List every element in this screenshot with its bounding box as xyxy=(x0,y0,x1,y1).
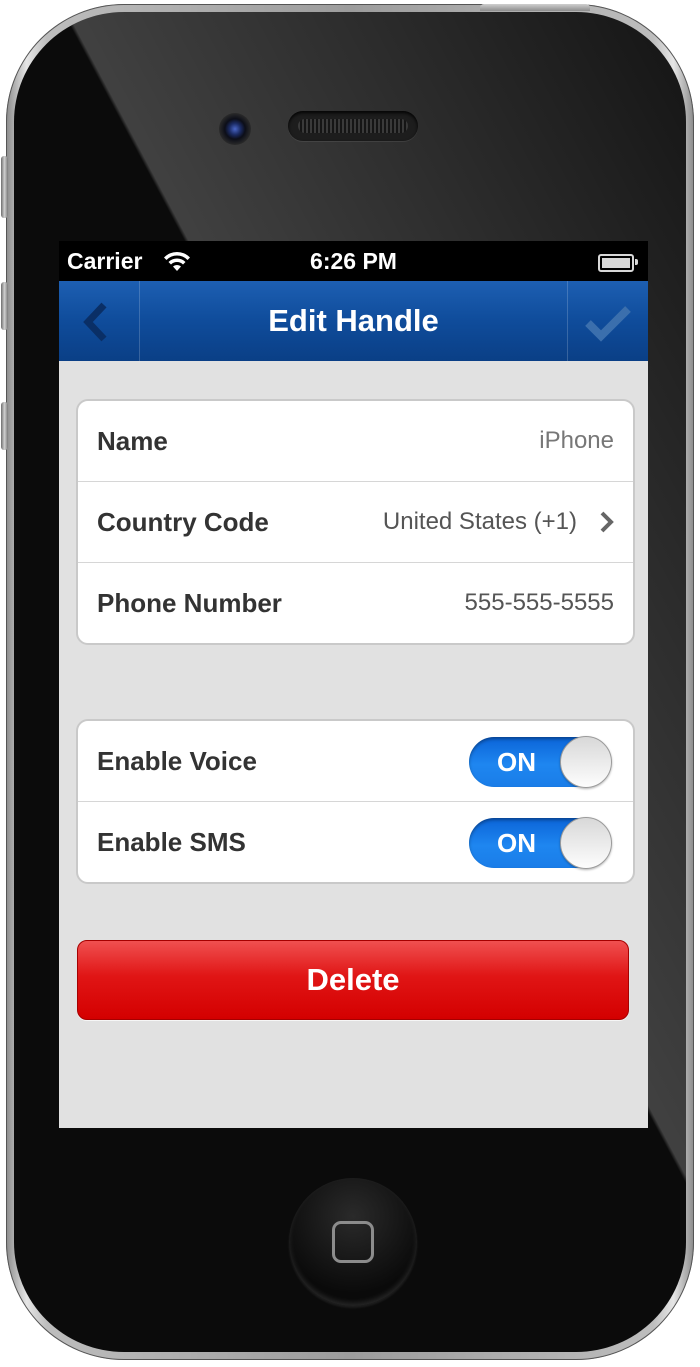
enable-sms-toggle[interactable]: ON xyxy=(469,817,612,869)
country-code-label: Country Code xyxy=(97,507,269,537)
enable-sms-label: Enable SMS xyxy=(97,827,246,857)
battery-icon xyxy=(598,254,638,272)
home-button[interactable] xyxy=(289,1178,417,1306)
chevron-left-icon xyxy=(83,302,107,342)
name-label: Name xyxy=(97,426,168,456)
phone-number-row[interactable]: Phone Number 555-555-5555 xyxy=(78,563,633,643)
handle-details-group: Name iPhone Country Code United States (… xyxy=(76,399,635,645)
toggle-knob xyxy=(560,817,612,869)
volume-down-button xyxy=(1,402,8,450)
done-button[interactable] xyxy=(567,281,648,361)
country-code-row[interactable]: Country Code United States (+1) xyxy=(78,482,633,563)
earpiece-speaker xyxy=(288,111,418,141)
mute-switch xyxy=(1,156,8,218)
enable-voice-label: Enable Voice xyxy=(97,746,257,776)
toggle-state-label: ON xyxy=(497,828,536,858)
front-camera xyxy=(219,113,251,145)
checkmark-icon xyxy=(585,306,631,342)
toggle-state-label: ON xyxy=(497,747,536,777)
enable-voice-toggle[interactable]: ON xyxy=(469,736,612,788)
sleep-button xyxy=(480,4,590,11)
name-row[interactable]: Name iPhone xyxy=(78,401,633,482)
phone-number-value: 555-555-5555 xyxy=(464,589,614,616)
phone-number-label: Phone Number xyxy=(97,588,282,618)
toggle-knob xyxy=(560,736,612,788)
chevron-right-icon xyxy=(600,511,614,533)
page-title: Edit Handle xyxy=(268,303,439,338)
home-button-icon xyxy=(332,1221,374,1263)
navigation-bar: Edit Handle xyxy=(59,281,648,361)
content-area: Name iPhone Country Code United States (… xyxy=(59,361,648,1128)
status-time: 6:26 PM xyxy=(310,248,397,274)
back-button[interactable] xyxy=(59,281,140,361)
volume-up-button xyxy=(1,282,8,330)
enable-sms-row: Enable SMS ON xyxy=(78,802,633,882)
name-value: iPhone xyxy=(539,427,614,454)
enable-voice-row: Enable Voice ON xyxy=(78,721,633,802)
delete-button[interactable]: Delete xyxy=(77,940,629,1020)
settings-group: Enable Voice ON Enable SMS ON xyxy=(76,719,635,884)
country-code-value: United States (+1) xyxy=(382,508,577,535)
phone-screen: Carrier 6:26 PM Edit Handle Name iPhone xyxy=(59,241,648,1128)
status-bar: Carrier 6:26 PM xyxy=(59,241,648,281)
